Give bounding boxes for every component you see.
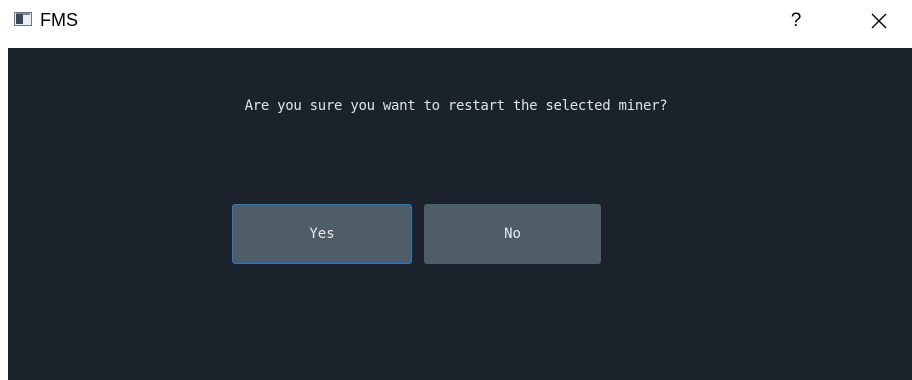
app-window-icon bbox=[14, 12, 32, 26]
confirmation-message: Are you sure you want to restart the sel… bbox=[244, 98, 668, 114]
close-button[interactable] bbox=[862, 6, 896, 36]
dialog-window: FMS ? Are you sure you want to restart t… bbox=[0, 0, 912, 380]
close-icon bbox=[871, 13, 887, 29]
yes-button[interactable]: Yes bbox=[232, 204, 412, 264]
help-button[interactable]: ? bbox=[782, 6, 810, 36]
window-title: FMS bbox=[40, 10, 78, 30]
no-button[interactable]: No bbox=[424, 204, 601, 264]
title-bar[interactable]: FMS ? bbox=[0, 0, 912, 47]
